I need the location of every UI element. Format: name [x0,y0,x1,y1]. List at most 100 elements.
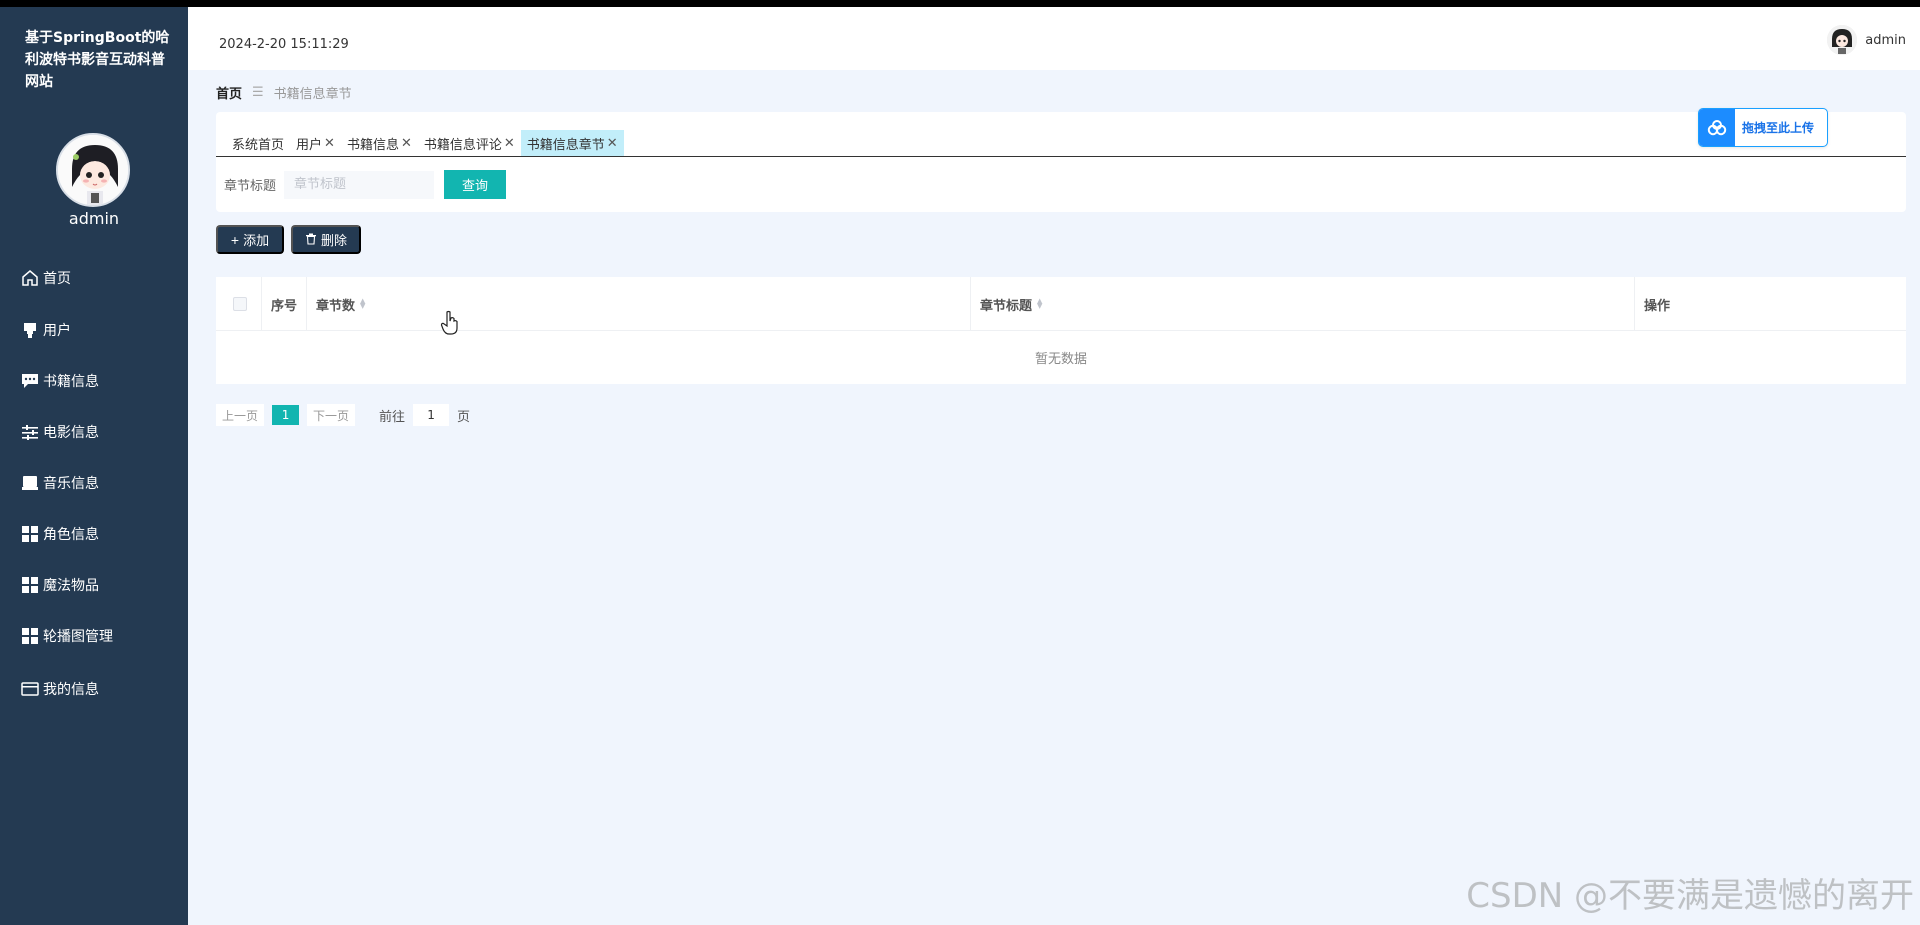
delete-label: 删除 [320,233,347,248]
column-chapter-title-label: 章节标题 [980,298,1033,314]
pagination: 上一页 1 下一页 前往 页 [216,404,470,426]
breadcrumb-separator-icon: ☰ [252,85,264,100]
avatar[interactable] [56,133,130,207]
sidebar-item-home[interactable]: 首页 [20,265,71,291]
column-divider [306,277,307,331]
tab-system-home[interactable]: 系统首页 [226,130,290,156]
sidebar-item-carousel[interactable]: 轮播图管理 [20,623,113,649]
select-all-cell [225,277,255,331]
breadcrumb-home[interactable]: 首页 [216,83,242,102]
header-avatar [1827,25,1858,55]
column-index-label: 序号 [271,298,298,314]
goto-page-input[interactable] [413,404,450,426]
delete-button[interactable]: 删除 [291,225,361,254]
next-page-button[interactable]: 下一页 [307,404,356,426]
tab-divider [216,156,1906,157]
column-divider [1634,277,1635,331]
close-icon[interactable]: ✕ [607,136,618,151]
column-divider [261,277,262,331]
watermark: CSDN @不要满是遗憾的离开 [1466,876,1914,916]
grid-icon [20,626,40,646]
header: 2024-2-20 15:11:29 admin [188,7,1920,70]
tab-book-chapters[interactable]: 书籍信息章节 ✕ [520,130,624,156]
search-input[interactable] [284,170,435,199]
tab-bar: 系统首页 用户 ✕ 书籍信息 ✕ 书籍信息评论 ✕ 书籍信息章节 ✕ [226,130,624,156]
search-row: 章节标题 查询 [224,170,507,199]
sort-icon[interactable]: ▲ ▼ [1037,298,1042,310]
header-datetime: 2024-2-20 15:11:29 [219,37,349,52]
column-divider [970,277,971,331]
sidebar-user-name: admin [68,209,120,228]
avatar-image-icon [58,135,128,205]
goto-unit: 页 [457,409,471,425]
tab-label: 书籍信息章节 [526,137,605,153]
tab-label: 系统首页 [232,137,285,153]
sidebar-item-my-info[interactable]: 我的信息 [20,676,99,702]
tab-book-comments[interactable]: 书籍信息评论 ✕ [418,130,521,156]
card-icon [20,679,40,699]
sidebar-item-label: 轮播图管理 [43,629,113,645]
avatar-image-icon [1827,25,1858,55]
data-table: 序号 章节数 ▲ ▼ 章节标题 ▲ ▼ 操作 暂无数据 [216,277,1906,384]
add-label: 添加 [243,233,270,248]
table-header: 序号 章节数 ▲ ▼ 章节标题 ▲ ▼ 操作 [216,277,1906,331]
sidebar-item-label: 音乐信息 [43,476,99,492]
table-empty-state: 暂无数据 [1034,352,1087,367]
select-all-checkbox[interactable] [233,297,247,311]
column-chapter-number[interactable]: 章节数 ▲ ▼ [316,277,365,331]
column-operation-label: 操作 [1644,298,1671,314]
hand-cursor-icon [440,310,458,335]
home-icon [20,268,40,288]
cloud-icon [1699,109,1735,146]
search-button[interactable]: 查询 [444,170,507,199]
sidebar-item-label: 书籍信息 [43,374,99,390]
tab-label: 书籍信息 [346,137,399,153]
plus-icon: + [230,231,240,248]
sidebar-item-user[interactable]: 用户 [20,317,71,343]
sidebar-item-magic-items[interactable]: 魔法物品 [20,572,99,598]
sidebar: 基于SpringBoot的哈利波特书影音互动科普网站 admin 首页 用户 书… [0,7,188,925]
tab-user[interactable]: 用户 ✕ [290,130,341,156]
sidebar-item-label: 电影信息 [43,425,99,441]
column-chapter-number-label: 章节数 [316,298,356,314]
user-icon [20,320,40,340]
sidebar-item-music[interactable]: 音乐信息 [20,470,99,496]
tab-books[interactable]: 书籍信息 ✕ [341,130,418,156]
goto-label: 前往 [379,409,406,425]
chat-icon [20,371,40,391]
sliders-icon [20,422,40,442]
search-label: 章节标题 [224,179,277,194]
sort-icon[interactable]: ▲ ▼ [360,298,365,310]
sidebar-item-movies[interactable]: 电影信息 [20,419,99,445]
breadcrumb-current: 书籍信息章节 [273,87,352,102]
close-icon[interactable]: ✕ [401,136,412,151]
trash-icon [305,232,317,248]
column-operation: 操作 [1644,277,1670,331]
sidebar-item-label: 我的信息 [43,682,99,698]
close-icon[interactable]: ✕ [324,136,335,151]
close-icon[interactable]: ✕ [504,136,515,151]
upload-drop-widget[interactable]: 拖拽至此上传 [1698,108,1828,147]
sidebar-item-label: 魔法物品 [43,578,99,594]
header-user-name: admin [1865,32,1906,48]
column-index: 序号 [271,277,297,331]
grid-icon [20,524,40,544]
sidebar-item-label: 用户 [43,323,71,339]
page-number-current[interactable]: 1 [272,405,300,425]
top-black-bar [0,0,1920,7]
sidebar-item-label: 角色信息 [43,527,99,543]
site-title: 基于SpringBoot的哈利波特书影音互动科普网站 [25,30,170,90]
sidebar-item-books[interactable]: 书籍信息 [20,368,99,394]
sidebar-item-characters[interactable]: 角色信息 [20,521,99,547]
header-user-menu[interactable]: admin [1827,25,1906,55]
upload-label: 拖拽至此上传 [1742,121,1815,135]
search-panel: 系统首页 用户 ✕ 书籍信息 ✕ 书籍信息评论 ✕ 书籍信息章节 ✕ 章节标题 … [216,112,1906,212]
prev-page-button[interactable]: 上一页 [216,404,265,426]
monitor-icon [20,473,40,493]
breadcrumb: 首页 ☰ 书籍信息章节 [216,83,352,102]
tab-label: 书籍信息评论 [423,137,502,153]
sidebar-item-label: 首页 [43,271,71,287]
column-chapter-title[interactable]: 章节标题 ▲ ▼ [980,277,1042,331]
add-button[interactable]: + 添加 [216,225,284,254]
grid-icon [20,575,40,595]
